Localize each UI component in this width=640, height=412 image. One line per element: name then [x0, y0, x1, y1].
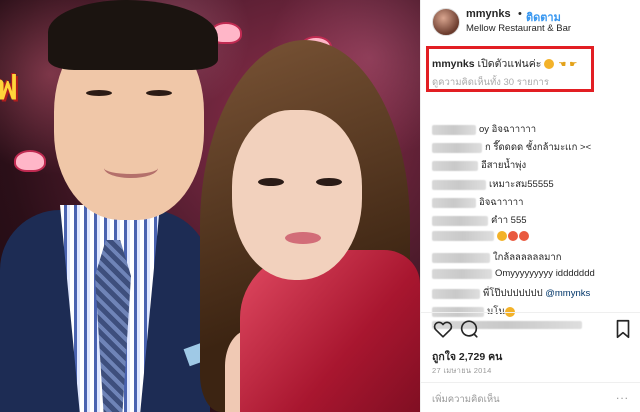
- backdrop-lettering: ฟ: [0, 69, 20, 107]
- blurred-username: [432, 288, 480, 299]
- heart-eyes-emoji-icon: [508, 231, 518, 242]
- mention-link[interactable]: @mmynks: [545, 288, 590, 299]
- blurred-username: [432, 197, 476, 208]
- grin-emoji-icon: [497, 231, 507, 242]
- pointing-hand-emoji-icon: ☛: [569, 59, 578, 69]
- blurred-username: [432, 252, 490, 263]
- load-more-comments[interactable]: ดูความคิดเห็นทั้ง 30 รายการ: [432, 75, 549, 90]
- likes-count[interactable]: ถูกใจ 2,729 คน: [432, 348, 502, 365]
- blurred-username: [432, 215, 488, 226]
- blurred-username: [432, 124, 476, 135]
- comment: เหมาะสม55555: [432, 177, 554, 191]
- smile-emoji-icon: [544, 59, 555, 70]
- comment: ใกล้ลลลลลลมาก: [432, 250, 562, 264]
- post-actions: [420, 318, 640, 344]
- man-eye: [146, 90, 172, 96]
- comment-icon[interactable]: [458, 318, 480, 340]
- add-comment-input[interactable]: เพิ่มความคิดเห็น: [432, 392, 500, 407]
- blurred-username: [432, 268, 492, 279]
- comment: [432, 231, 530, 245]
- separator-dot: •: [518, 8, 522, 20]
- comment: อีสายน้ำพุ่ง: [432, 158, 526, 172]
- caption-username[interactable]: mmynks: [432, 58, 475, 70]
- panel-border: [420, 0, 421, 412]
- man-smile: [104, 158, 158, 178]
- blurred-username: [432, 142, 482, 153]
- blurred-username: [432, 160, 478, 171]
- comment: มโน: [432, 304, 516, 318]
- woman-lips: [285, 232, 321, 244]
- man-eye: [86, 90, 112, 96]
- more-options-icon[interactable]: ...: [616, 388, 629, 402]
- heart-icon[interactable]: [432, 318, 454, 340]
- divider: [420, 382, 640, 383]
- comment: คำา 555: [432, 213, 527, 227]
- divider: [420, 312, 640, 313]
- location-link[interactable]: Mellow Restaurant & Bar: [466, 23, 571, 34]
- woman-eye: [316, 178, 342, 186]
- caption: mmynks เปิดตัวแฟนค่ะ ☚ ☛: [432, 55, 577, 72]
- pointing-hand-emoji-icon: ☚: [558, 59, 567, 69]
- comment: ก รี๊ดดดด ชั้งกล้ามะเเก ><: [432, 140, 591, 154]
- bookmark-icon[interactable]: [612, 318, 634, 340]
- woman-dress: [240, 250, 420, 412]
- avatar[interactable]: [432, 8, 460, 36]
- post-photo[interactable]: ฟ ฟ ร: [0, 0, 420, 412]
- header-username[interactable]: mmynks: [466, 8, 511, 20]
- comment: อิจฉาาาาา: [432, 195, 523, 209]
- blurred-username: [432, 231, 494, 242]
- woman-eye: [258, 178, 284, 186]
- caption-text: เปิดตัวแฟนค่ะ: [477, 58, 542, 70]
- post-side-panel: mmynks • ติดตาม Mellow Restaurant & Bar …: [420, 0, 640, 412]
- blurred-username: [432, 179, 486, 190]
- post-date: 27 เมษายน 2014: [432, 366, 492, 375]
- post-header: mmynks • ติดตาม Mellow Restaurant & Bar: [420, 0, 640, 40]
- comment: พี่โป๊ปปปปปปป @mmynks: [432, 286, 590, 300]
- woman-face: [232, 110, 362, 280]
- heart-eyes-emoji-icon: [519, 231, 529, 242]
- comment: oy อิจฉาาาาา: [432, 122, 536, 136]
- backdrop-logo: [14, 150, 46, 172]
- comment: Omyyyyyyyyy iddddddd: [432, 268, 595, 282]
